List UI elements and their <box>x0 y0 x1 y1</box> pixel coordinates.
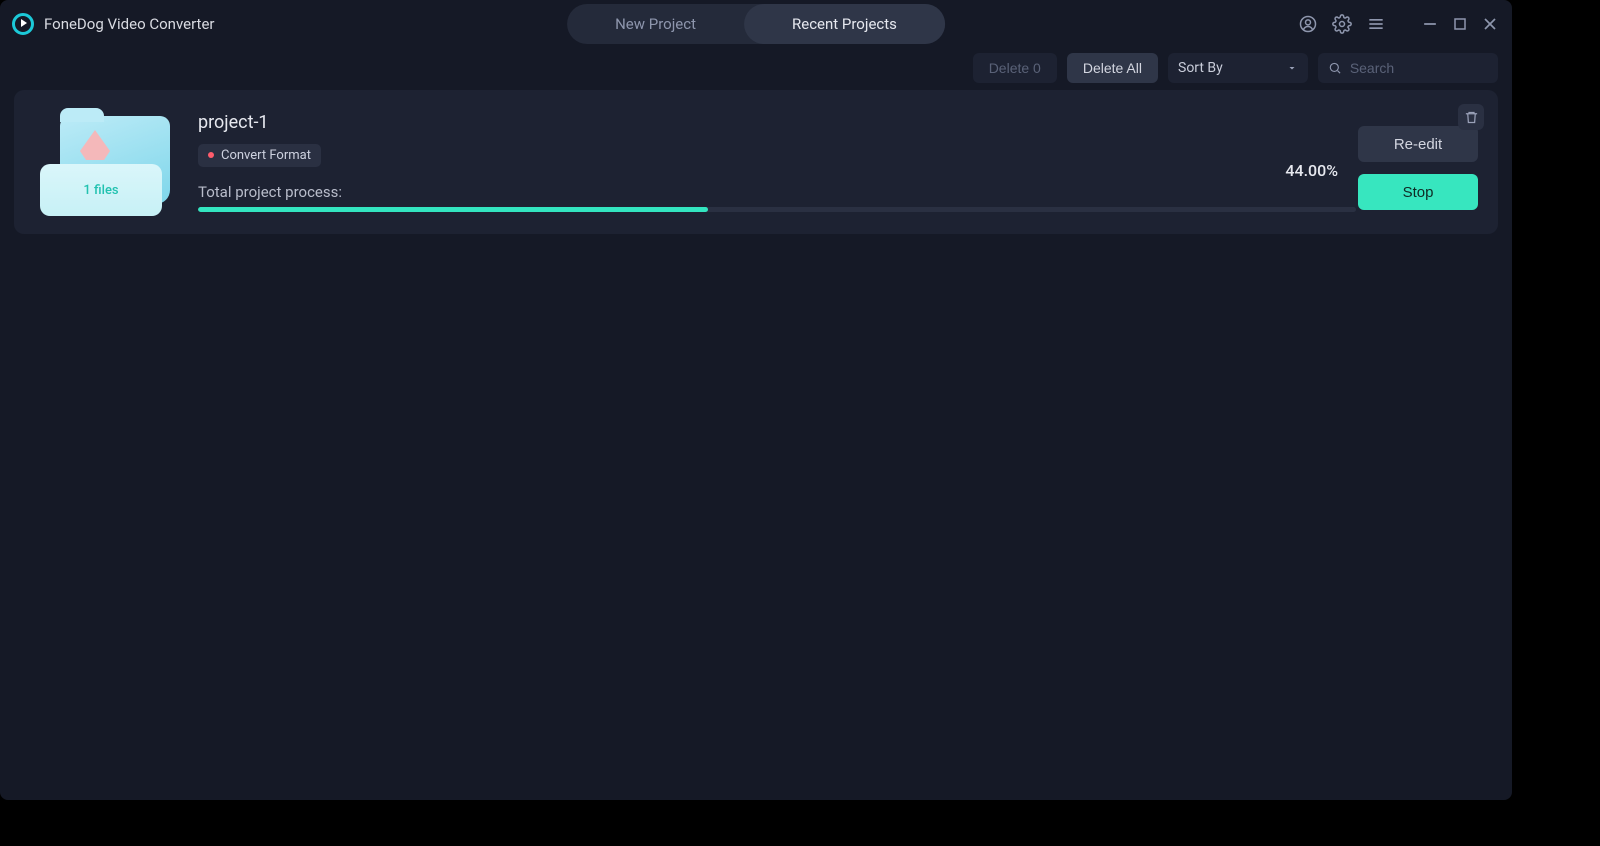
chevron-down-icon <box>1286 62 1298 74</box>
file-count-badge: 1 files <box>40 164 162 216</box>
search-box <box>1318 53 1498 83</box>
project-info: project-1 Convert Format Total project p… <box>198 112 1338 216</box>
delete-selected-button[interactable]: Delete 0 <box>973 53 1057 83</box>
project-tag-label: Convert Format <box>221 148 311 163</box>
toolbar: Delete 0 Delete All Sort By <box>0 48 1512 88</box>
app-title: FoneDog Video Converter <box>44 15 214 33</box>
search-icon <box>1328 60 1342 76</box>
app-window: FoneDog Video Converter New Project Rece… <box>0 0 1512 800</box>
close-icon[interactable] <box>1480 14 1500 34</box>
project-tag: Convert Format <box>198 144 321 167</box>
progress-fill <box>198 207 708 212</box>
project-thumbnail: 1 files <box>40 116 172 216</box>
reedit-button[interactable]: Re-edit <box>1358 126 1478 162</box>
delete-all-button[interactable]: Delete All <box>1067 53 1158 83</box>
progress-area: Total project process: 44.00% <box>198 183 1338 212</box>
delete-project-button[interactable] <box>1458 104 1484 130</box>
stop-button[interactable]: Stop <box>1358 174 1478 210</box>
title-right <box>1296 12 1500 36</box>
minimize-icon[interactable] <box>1420 14 1440 34</box>
tab-recent-projects[interactable]: Recent Projects <box>744 4 945 44</box>
progress-label: Total project process: <box>198 183 1338 201</box>
progress-bar <box>198 207 1356 212</box>
progress-percent: 44.00% <box>1285 161 1338 180</box>
account-icon[interactable] <box>1296 12 1320 36</box>
main-tabs: New Project Recent Projects <box>567 4 945 44</box>
title-left: FoneDog Video Converter <box>12 13 214 35</box>
menu-icon[interactable] <box>1364 12 1388 36</box>
app-logo-icon <box>12 13 34 35</box>
image-glyph-icon <box>80 130 110 160</box>
settings-icon[interactable] <box>1330 12 1354 36</box>
status-dot-icon <box>208 152 214 158</box>
title-bar: FoneDog Video Converter New Project Rece… <box>0 0 1512 48</box>
project-name: project-1 <box>198 112 1338 133</box>
project-card: 1 files project-1 Convert Format Total p… <box>14 90 1498 234</box>
maximize-icon[interactable] <box>1450 14 1470 34</box>
sort-by-label: Sort By <box>1178 60 1223 76</box>
search-input[interactable] <box>1350 60 1488 76</box>
tab-new-project[interactable]: New Project <box>567 4 744 44</box>
projects-list: 1 files project-1 Convert Format Total p… <box>0 88 1512 234</box>
sort-by-select[interactable]: Sort By <box>1168 53 1308 83</box>
